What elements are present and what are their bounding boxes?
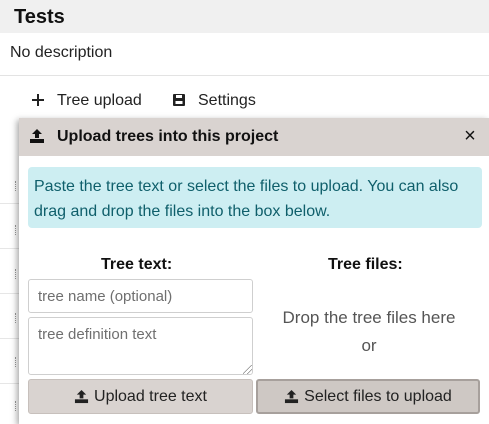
plus-icon [31, 93, 47, 109]
info-alert: Paste the tree text or select the files … [28, 167, 482, 228]
resize-handle[interactable] [243, 365, 252, 374]
upload-icon [285, 389, 299, 404]
background-list [0, 121, 22, 424]
tree-name-input[interactable] [28, 279, 253, 313]
select-files-label: Select files to upload [304, 387, 452, 405]
upload-tree-text-label: Upload tree text [94, 387, 207, 405]
divider [0, 75, 489, 76]
tree-files-heading: Tree files: [328, 256, 403, 273]
upload-tree-text-button[interactable]: Upload tree text [28, 379, 253, 414]
drop-zone[interactable]: Drop the tree files here or [265, 304, 473, 360]
upload-icon [30, 129, 44, 143]
tree-definition-textarea[interactable] [28, 317, 253, 375]
modal-title: Upload trees into this project [57, 128, 279, 145]
save-icon [172, 93, 188, 109]
project-header: Tests [0, 0, 489, 33]
tree-upload-button[interactable]: Tree upload [31, 90, 142, 112]
upload-icon [74, 389, 89, 404]
modal-header: Upload trees into this project × [19, 118, 489, 156]
upload-trees-modal: Upload trees into this project × Paste t… [19, 118, 489, 424]
settings-label: Settings [198, 92, 256, 109]
drop-zone-text: Drop the tree files here [282, 308, 456, 327]
tree-upload-label: Tree upload [57, 92, 142, 109]
project-title: Tests [14, 6, 65, 28]
settings-button[interactable]: Settings [172, 90, 256, 112]
tree-text-heading: Tree text: [101, 256, 173, 273]
select-files-button[interactable]: Select files to upload [256, 379, 480, 414]
drop-zone-or: or [361, 336, 377, 355]
close-button[interactable]: × [460, 126, 480, 146]
project-description: No description [10, 44, 113, 61]
